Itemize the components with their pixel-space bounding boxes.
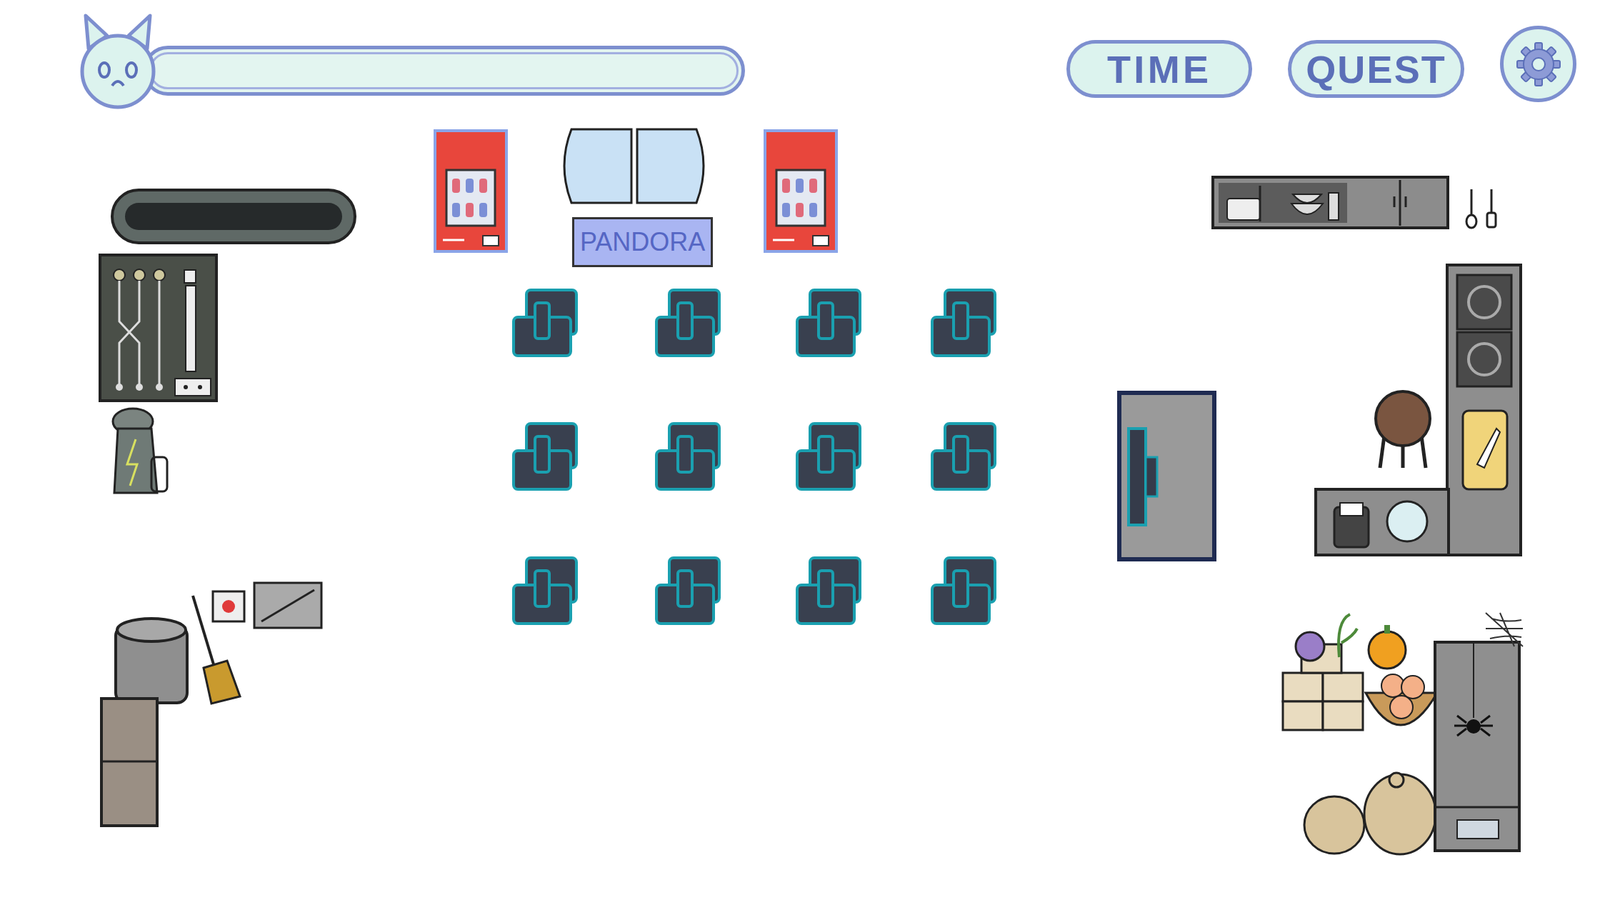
mood-bar xyxy=(142,45,745,96)
glass-door xyxy=(564,129,704,203)
charger-station xyxy=(112,408,168,493)
computer-desk xyxy=(932,423,995,490)
computer-desk xyxy=(656,557,720,624)
gear-icon xyxy=(1515,41,1562,88)
room-map xyxy=(0,0,1600,900)
hud-buttons: TIME QUEST xyxy=(1066,12,1577,103)
computer-desk xyxy=(797,557,860,624)
vending-machine xyxy=(435,130,507,252)
kitchen-shelf xyxy=(1212,177,1448,228)
circuit-panel xyxy=(100,255,217,401)
time-button[interactable]: TIME xyxy=(1066,40,1253,98)
computer-desk xyxy=(513,423,577,490)
computer-desk xyxy=(797,290,860,356)
kitchen-counter xyxy=(1315,265,1521,555)
game-screen: PANDORA TIME QUEST xyxy=(0,0,1600,900)
computer-desk xyxy=(513,557,577,624)
desk-grid xyxy=(513,290,995,624)
hud: TIME QUEST xyxy=(0,0,1600,113)
computer-desk xyxy=(513,290,577,356)
devil-cat-icon xyxy=(78,12,158,113)
computer-desk xyxy=(932,290,995,356)
computer-desk xyxy=(656,423,720,490)
quest-button[interactable]: QUEST xyxy=(1287,40,1465,98)
computer-desk xyxy=(656,290,720,356)
pandora-sign: PANDORA xyxy=(572,217,713,268)
computer-desk xyxy=(932,557,995,624)
fridge xyxy=(1435,612,1523,851)
reception-desk xyxy=(1119,392,1215,560)
computer-desk xyxy=(797,423,860,490)
vending-machine xyxy=(765,130,837,252)
utensils xyxy=(1466,189,1496,228)
cleaning-corner xyxy=(101,582,322,826)
stool xyxy=(1375,391,1430,468)
mood-meter xyxy=(78,12,750,113)
bench xyxy=(112,190,355,243)
storage-area xyxy=(1282,614,1438,855)
sign-text: PANDORA xyxy=(580,229,705,255)
settings-button[interactable] xyxy=(1500,25,1577,103)
